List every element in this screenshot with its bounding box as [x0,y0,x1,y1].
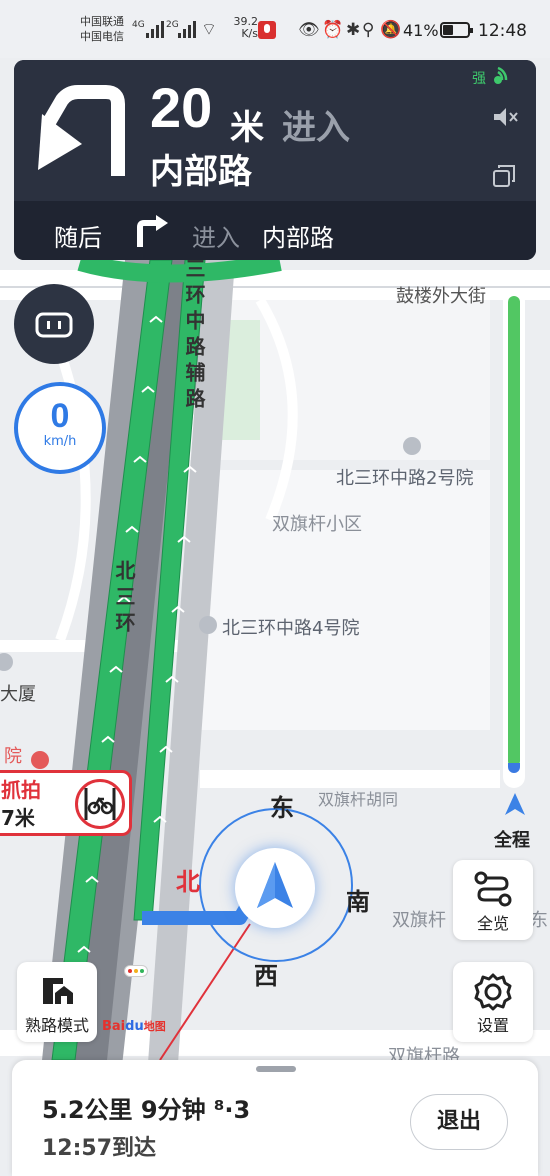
route-progress-end [508,763,520,773]
next-turn-road: 内部路 [262,224,334,252]
signal-bars-1-icon [146,18,164,38]
road-label-fulu: 三环中路辅路 [182,258,206,414]
baidu-logo-bai: Bai [102,1019,126,1034]
route-progress-fill [508,296,520,767]
route-overview-icon [474,871,512,907]
map-label-bei3-2: 北三环中路2号院 [336,468,474,489]
eye-icon: 👁 [298,20,320,40]
speed-unit: km/h [43,434,77,449]
map-label-bei3-4: 北三环中路4号院 [222,618,360,639]
familiar-route-mode-label: 熟路模式 [24,1016,89,1035]
bike-lane-camera-icon [75,779,125,829]
gps-signal-label: 强 [472,71,486,87]
camera-distance: 7米 [1,806,35,830]
familiar-route-mode-button[interactable]: 熟路模式 [17,962,97,1042]
trip-summary: 5.2公里 9分钟 ⁸·3 [42,1096,251,1124]
road-label-bei3huan: 北三环 [112,560,136,638]
map-label-shuangqi-right: 双旗杆 [392,910,446,931]
baidu-map-logo: Baidu地图 [102,1018,166,1034]
turn-left-arrow-icon [38,85,125,176]
trip-eta: 12:57到达 [42,1136,157,1161]
carrier-names: 中国联通 中国电信 [80,14,124,44]
volume-mute-icon[interactable] [492,106,518,128]
carrier-2: 中国电信 [80,30,124,43]
baidu-logo-du: du [125,1019,144,1034]
status-time: 12:48 [478,21,527,41]
map-label-gulou: 鼓楼外大街 [396,286,486,307]
route-position-icon [505,793,525,815]
overview-label: 全览 [476,914,509,933]
speed-value: 0 [50,397,70,435]
net-speed: 39.2 K/s [226,16,259,40]
status-bar: 中国联通 中国电信 4G 2G ⌔ 39.2 K/s 👁 ⏰ ✱ ⚲ 🔕 41%… [0,0,550,58]
overview-button[interactable]: 全览 [453,860,533,940]
bluetooth-icon: ✱ [346,20,361,40]
current-location-marker [235,848,315,928]
home-route-icon [43,978,73,1004]
mute-bell-icon: 🔕 [380,20,402,40]
window-mode-icon[interactable] [492,164,518,188]
signal-bars-2-icon [178,18,196,38]
next-turn-action: 进入 [192,224,240,252]
compass-west: 西 [254,962,278,990]
navigation-arrow-icon [257,862,293,908]
exit-navigation-button[interactable]: 退出 [410,1094,508,1150]
alarm-icon: ⏰ [322,20,344,40]
settings-label: 设置 [476,1016,509,1035]
battery-percent: 41% [403,21,439,40]
traffic-light-icon [124,965,148,977]
net-type-1: 4G [132,20,145,30]
turn-road-name: 内部路 [150,152,252,192]
next-turn-bar: 随后 进入 内部路 [14,201,536,260]
microphone-icon [258,21,276,39]
dashcam-icon [35,312,73,338]
wifi-icon: ⌔ [201,20,217,40]
map-label-building: 大厦 [0,684,36,705]
gps-signal-icon [494,66,508,84]
route-progress-bar [503,290,525,788]
settings-button[interactable]: 设置 [453,962,533,1042]
speed-camera-alert: 抓拍 7米 [0,770,132,836]
next-turn-label: 随后 [54,224,102,252]
turn-right-arrow-icon [137,215,168,247]
turn-action: 进入 [282,108,350,148]
carrier-1: 中国联通 [80,15,124,28]
gear-icon [474,973,512,1011]
map-label-shuangqi-xiaoqu: 双旗杆小区 [272,514,362,535]
turn-guidance-primary: 20 米 进入 内部路 强 [14,60,536,201]
speedometer: 0 km/h [14,382,106,474]
dashcam-button[interactable] [14,284,94,364]
location-icon: ⚲ [362,20,375,40]
trip-summary-panel[interactable]: 5.2公里 9分钟 ⁸·3 12:57到达 退出 [12,1060,538,1176]
panel-drag-handle[interactable] [256,1066,296,1072]
battery-icon [440,22,473,38]
turn-guidance-card[interactable]: 20 米 进入 内部路 强 随后 进入 内部路 [14,60,536,260]
whole-route-label[interactable]: 全程 [494,826,530,852]
net-speed-unit: K/s [241,27,258,40]
map-label-hospital: 院 [4,746,22,767]
compass-north: 北 [176,868,200,896]
camera-label: 抓拍 [1,778,41,802]
compass-east: 东 [270,794,294,822]
turn-distance-unit: 米 [230,108,264,148]
turn-distance: 20 [150,76,213,139]
net-type-2: 2G [166,20,179,30]
compass-south: 南 [346,888,370,916]
baidu-logo-map: 地图 [143,1020,166,1033]
